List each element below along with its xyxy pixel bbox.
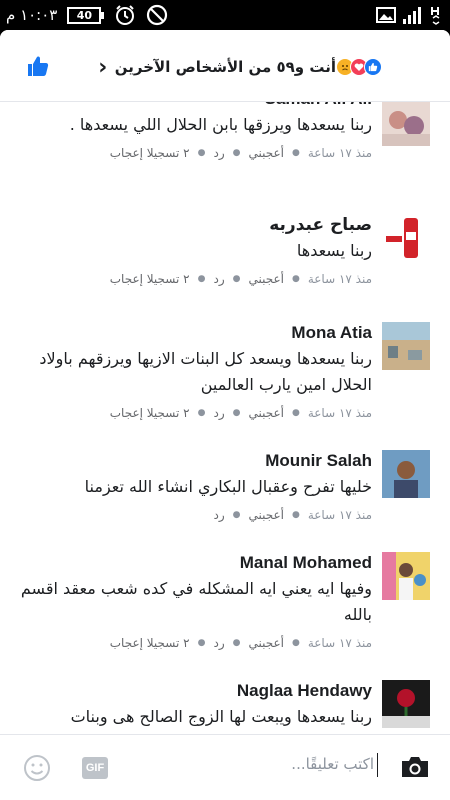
reply-link[interactable]: رد (213, 146, 224, 160)
reactors-summary[interactable]: › أنت و٥٩ من الأشخاص الآخرين (95, 54, 382, 80)
comment-item: Mounir Salah خليها تفرح وعقبال البكاري ا… (0, 450, 450, 546)
reply-link[interactable]: رد (213, 272, 224, 286)
status-time: ١٠:٠٣ م (6, 6, 58, 24)
comment-meta: منذ ١٧ ساعة ● أعجبني ● رد ● ٢ تسجيلا إعج… (109, 272, 372, 286)
comment-input[interactable]: اكتب تعليقًا... (291, 755, 374, 773)
comment-reaction-count[interactable]: ٢ تسجيلا إعجاب (110, 636, 190, 650)
like-link[interactable]: أعجبني (248, 636, 283, 650)
avatar[interactable] (382, 450, 430, 498)
reply-link[interactable]: رد (213, 508, 224, 522)
comment-item: Mona Atia ربنا يسعدها ويسعد كل البنات ال… (0, 322, 450, 440)
avatar[interactable] (382, 552, 430, 600)
status-bar: ١٠:٠٣ م 40 (0, 0, 450, 30)
comment-time: منذ ١٧ ساعة (307, 406, 372, 420)
comment-author[interactable]: صباح عبدربه (10, 214, 372, 236)
comment-text: ربنا يسعدها ويبعت لها الزوج الصالح هى وب… (70, 707, 372, 734)
do-not-disturb-icon (147, 4, 168, 26)
avatar[interactable] (382, 102, 430, 146)
battery-icon: 40 (67, 6, 105, 24)
comment-meta: منذ ١٧ ساعة ● أعجبني ● رد ● ٢ تسجيلا إعج… (109, 406, 372, 420)
comment-time: منذ ١٧ ساعة (307, 272, 372, 286)
like-link[interactable]: أعجبني (248, 508, 283, 522)
comment-meta: منذ ١٧ ساعة ● أعجبني ● رد ● ٢ تسجيلا إعج… (109, 146, 372, 160)
reply-link[interactable]: رد (213, 636, 224, 650)
reply-link[interactable]: رد (213, 406, 224, 420)
comment-meta: منذ ١٧ ساعة ● أعجبني ● رد ● ٢ تسجيلا إعج… (109, 636, 372, 650)
comment-text: ربنا يسعدها ويسعد كل البنات الازيها ويرز… (39, 349, 372, 394)
battery-level: 40 (67, 6, 102, 24)
comment-item: Samah Ali Ali ربنا يسعدها ويرزقها بابن ا… (0, 102, 450, 196)
comment-text: ربنا يسعدها (296, 241, 372, 260)
reaction-icons (336, 58, 382, 76)
comment-author[interactable]: Samah Ali Ali (10, 102, 372, 110)
alarm-icon (116, 5, 135, 25)
reactions-header: › أنت و٥٩ من الأشخاص الآخرين (0, 30, 450, 102)
text-caret (377, 753, 378, 777)
comment-reaction-count[interactable]: ٢ تسجيلا إعجاب (110, 146, 190, 160)
comment-author[interactable]: Mona Atia (10, 322, 372, 344)
signal-icon (403, 7, 421, 24)
comment-reaction-count[interactable]: ٢ تسجيلا إعجاب (110, 406, 190, 420)
comment-text: وفيها ايه يعني ايه المشكله في كده شعب مع… (20, 579, 372, 624)
gif-button[interactable]: GIF (82, 757, 108, 779)
avatar[interactable] (382, 680, 430, 728)
comment-text: ربنا يسعدها ويرزقها بابن الحلال اللي يسع… (69, 115, 372, 134)
comment-item: Naglaa Hendawy ربنا يسعدها ويبعت لها الز… (0, 680, 450, 734)
comment-author[interactable]: Naglaa Hendawy (10, 680, 372, 702)
comment-meta: منذ ١٧ ساعة ● أعجبني ● رد (213, 508, 372, 522)
avatar[interactable] (382, 214, 430, 262)
comment-list[interactable]: Samah Ali Ali ربنا يسعدها ويرزقها بابن ا… (0, 102, 450, 734)
comment-time: منذ ١٧ ساعة (307, 508, 372, 522)
comment-item: Manal Mohamed وفيها ايه يعني ايه المشكله… (0, 552, 450, 670)
like-link[interactable]: أعجبني (248, 272, 283, 286)
comments-sheet: › أنت و٥٩ من الأشخاص الآخرين ربنا يسعدها… (0, 30, 450, 800)
reactors-text[interactable]: أنت و٥٩ من الأشخاص الآخرين (115, 58, 336, 76)
comment-time: منذ ١٧ ساعة (307, 146, 372, 160)
comment-author[interactable]: Manal Mohamed (10, 552, 372, 574)
comment-reaction-count[interactable]: ٢ تسجيلا إعجاب (110, 272, 190, 286)
chevron-right-icon[interactable]: › (95, 55, 111, 80)
camera-icon[interactable] (400, 755, 430, 779)
gallery-notification-icon (376, 7, 396, 23)
like-icon[interactable] (26, 54, 50, 78)
network-type-icon (431, 7, 440, 25)
comment-time: منذ ١٧ ساعة (307, 636, 372, 650)
comment-item: صباح عبدربه ربنا يسعدها منذ ١٧ ساعة ● أع… (0, 214, 450, 314)
like-link[interactable]: أعجبني (248, 146, 283, 160)
avatar[interactable] (382, 322, 430, 370)
like-icon (364, 58, 382, 76)
like-link[interactable]: أعجبني (248, 406, 283, 420)
comment-author[interactable]: Mounir Salah (10, 450, 372, 472)
emoji-icon[interactable] (23, 754, 51, 782)
comment-text: خليها تفرح وعقبال البكاري انشاء الله تعز… (84, 477, 372, 496)
comment-composer: GIF اكتب تعليقًا... (0, 734, 450, 800)
